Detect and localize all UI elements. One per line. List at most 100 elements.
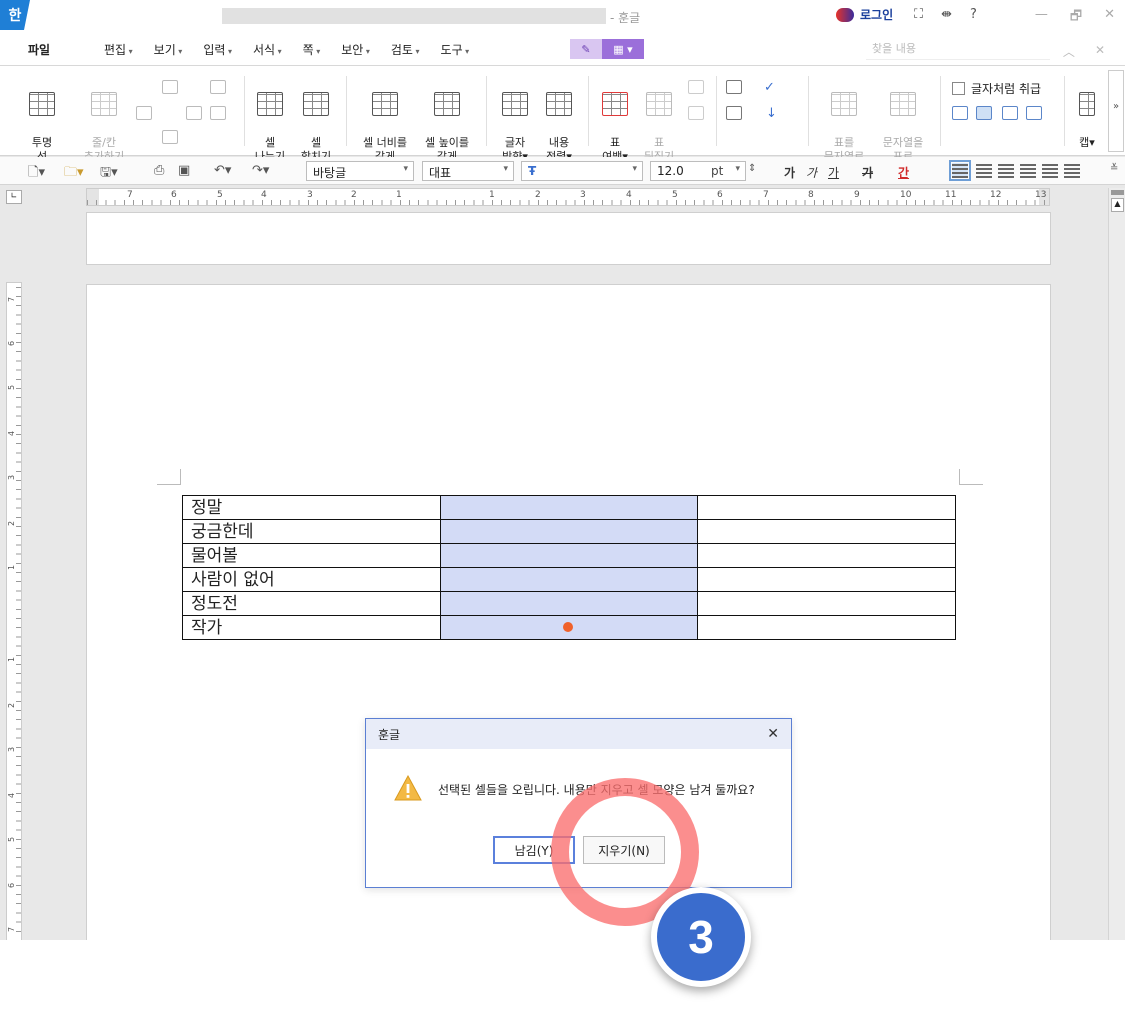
table-cell[interactable] xyxy=(697,591,956,616)
insert-above-icon[interactable] xyxy=(162,80,178,94)
font-name-select[interactable]: Ŧ xyxy=(521,161,643,181)
save-icon[interactable]: 🖫▾ xyxy=(100,163,118,185)
dialog-close-button[interactable]: ✕ xyxy=(767,726,779,742)
vertical-scrollbar[interactable]: ▲ xyxy=(1108,188,1125,940)
table-cell[interactable]: 궁금한데 xyxy=(182,519,441,544)
table-cell[interactable]: 정도전 xyxy=(182,591,441,616)
align-center-icon[interactable] xyxy=(998,163,1014,178)
table-layout-tab[interactable]: ▦ ▾ xyxy=(602,39,644,59)
menu-security[interactable]: 보안 xyxy=(341,41,370,58)
open-folder-icon[interactable]: 🗀▾ xyxy=(64,163,84,185)
equal-height-button[interactable]: 셀 높이를 같게 xyxy=(420,78,474,164)
split-cell-button[interactable]: 셀 나누기 xyxy=(252,78,288,164)
menu-insert[interactable]: 입력 xyxy=(203,41,232,58)
table-cell[interactable] xyxy=(697,519,956,544)
treat-as-char-checkbox[interactable]: 글자처럼 취급 xyxy=(952,80,1041,97)
table-cell[interactable]: 물어볼 xyxy=(182,543,441,568)
align-right-icon[interactable] xyxy=(1020,163,1036,178)
table-flip-button[interactable]: 표 뒤집기 xyxy=(640,78,678,164)
chevron-up-icon[interactable]: ︿ xyxy=(1063,43,1075,60)
scroll-up-icon[interactable]: ▲ xyxy=(1111,198,1124,212)
menu-page[interactable]: 쪽 xyxy=(303,41,321,58)
pin-icon[interactable]: ⇼ xyxy=(941,7,952,22)
restore-button[interactable]: 🗗 xyxy=(1070,7,1082,29)
horizontal-ruler[interactable]: 7 6 5 4 3 2 1 1 2 3 4 5 6 7 8 9 10 11 12 13 xyxy=(86,188,1050,206)
table-cell-selected[interactable] xyxy=(440,591,698,616)
caption-button[interactable]: 캡▾ xyxy=(1072,78,1102,150)
menu-edit[interactable]: 편집 xyxy=(104,41,133,58)
menu-tools[interactable]: 도구 xyxy=(441,41,470,58)
transparent-line-button[interactable]: 투명 선 xyxy=(26,78,58,164)
table-cell[interactable] xyxy=(697,543,956,568)
menu-view[interactable]: 보기 xyxy=(154,41,183,58)
content-align-button[interactable]: 내용 정렬▾ xyxy=(542,78,576,164)
close-window-button[interactable]: ✕ xyxy=(1104,7,1115,29)
table-cell[interactable]: 사람이 없어 xyxy=(182,567,441,592)
ruler-corner-icon[interactable]: ∟ xyxy=(6,190,22,204)
merge-cell-button[interactable]: 셀 합치기 xyxy=(298,78,334,164)
close-icon[interactable]: ✕ xyxy=(1095,43,1105,60)
table-cell-selected[interactable] xyxy=(440,519,698,544)
fullscreen-icon[interactable]: ⛶ xyxy=(914,7,923,22)
login-button[interactable]: 로그인 xyxy=(836,6,893,23)
delete-row-icon[interactable] xyxy=(210,106,226,120)
text-to-table-button[interactable]: 문자열을 표로 xyxy=(876,78,930,164)
spinner-icon[interactable]: ⇕ xyxy=(748,163,756,174)
insert-below-icon[interactable] xyxy=(162,130,178,144)
cell-attribute-icon[interactable] xyxy=(726,106,742,120)
preview-icon[interactable]: ▣ xyxy=(178,163,190,178)
font-color-button[interactable]: 간 xyxy=(898,164,909,181)
divide-align-icon[interactable] xyxy=(1064,163,1080,178)
style-select[interactable]: 바탕글 xyxy=(306,161,414,181)
find-input[interactable]: 찾을 내용 xyxy=(866,40,1050,60)
table-design-tab[interactable]: ✎ xyxy=(570,39,602,59)
table-cell[interactable]: 정말 xyxy=(182,495,441,520)
table-cell[interactable] xyxy=(697,495,956,520)
font-kind-select[interactable]: 대표 xyxy=(422,161,514,181)
bold-button[interactable]: 가 xyxy=(784,164,795,181)
new-document-icon[interactable]: 🗋▾ xyxy=(28,163,45,185)
toolbar-expand-icon[interactable]: ≚ xyxy=(1110,163,1118,174)
equal-width-button[interactable]: 셀 너비를 같게 xyxy=(358,78,412,164)
document-table[interactable]: 정말 궁금한데 물어볼 사람이 없어 정도전 작가 xyxy=(182,495,956,640)
redo-icon[interactable]: ↷▾ xyxy=(252,163,269,178)
minimize-button[interactable]: — xyxy=(1035,7,1048,29)
wrap-front-icon[interactable] xyxy=(1026,106,1042,120)
italic-button[interactable]: 가 xyxy=(806,164,817,181)
table-cell[interactable]: 작가 xyxy=(182,615,441,640)
table-cell[interactable] xyxy=(697,567,956,592)
delete-column-icon[interactable] xyxy=(210,80,226,94)
menu-format[interactable]: 서식 xyxy=(253,41,282,58)
strikethrough-button[interactable]: 가 xyxy=(862,164,873,181)
table-cell-selected[interactable] xyxy=(440,543,698,568)
insert-left-icon[interactable] xyxy=(136,106,152,120)
scroll-thumb[interactable] xyxy=(1111,190,1124,195)
menu-review[interactable]: 검토 xyxy=(391,41,420,58)
justify-icon[interactable] xyxy=(949,160,971,181)
spellcheck-icon[interactable]: ✓ xyxy=(764,80,775,95)
table-to-text-button[interactable]: 표를 문자열로 xyxy=(818,78,870,164)
sort-icon[interactable]: ↓ xyxy=(766,106,777,121)
distribute-rows-icon[interactable] xyxy=(688,106,704,120)
wrap-behind-icon[interactable] xyxy=(1002,106,1018,120)
print-icon[interactable]: ⎙ xyxy=(154,163,164,178)
align-left-icon[interactable] xyxy=(976,163,992,178)
table-cell[interactable] xyxy=(697,615,956,640)
insert-right-icon[interactable] xyxy=(186,106,202,120)
table-cell-selected[interactable] xyxy=(440,495,698,520)
underline-button[interactable]: 가 xyxy=(828,164,839,181)
formula-icon[interactable] xyxy=(726,80,742,94)
add-row-col-button[interactable]: 줄/칸 추가하기 xyxy=(78,78,130,164)
menu-file[interactable]: 파일 xyxy=(28,41,50,58)
distribute-align-icon[interactable] xyxy=(1042,163,1058,178)
table-cell-selected[interactable] xyxy=(440,567,698,592)
text-direction-button[interactable]: 글자 방향▾ xyxy=(498,78,532,164)
wrap-top-bottom-icon[interactable] xyxy=(952,106,968,120)
distribute-icon[interactable] xyxy=(688,80,704,94)
ribbon-expand-button[interactable]: » xyxy=(1108,70,1124,152)
vertical-ruler[interactable]: 7 6 5 4 3 2 1 1 2 3 4 5 6 7 xyxy=(6,282,22,940)
font-size-input[interactable]: 12.0 xyxy=(650,161,746,181)
wrap-square-icon[interactable] xyxy=(976,106,992,120)
table-margin-button[interactable]: 표 여백▾ xyxy=(598,78,632,164)
undo-icon[interactable]: ↶▾ xyxy=(214,163,231,178)
